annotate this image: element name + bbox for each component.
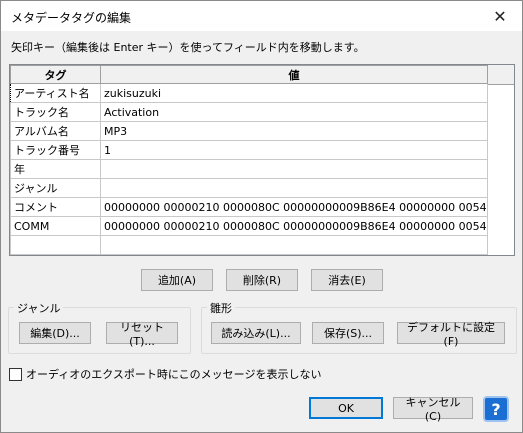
- edit-genre-button[interactable]: 編集(D)...: [19, 322, 91, 344]
- tag-value-cell[interactable]: [100, 159, 488, 179]
- table-row-empty[interactable]: [10, 235, 488, 255]
- tag-value-cell[interactable]: 00000000 00000210 0000080C 00000000009B8…: [100, 216, 488, 236]
- tag-value-cell[interactable]: 00000000 00000210 0000080C 00000000009B8…: [100, 197, 488, 217]
- tag-name-cell[interactable]: ジャンル: [10, 178, 101, 198]
- metadata-tags-dialog: メタデータタグの編集 ✕ 矢印キー（編集後は Enter キー）を使ってフィール…: [0, 0, 523, 433]
- table-row[interactable]: アーティスト名 zukisuzuki: [10, 83, 488, 103]
- set-default-button[interactable]: デフォルトに設定(F): [397, 321, 505, 348]
- tag-value-cell[interactable]: zukisuzuki: [100, 83, 488, 103]
- column-header-tag: タグ: [10, 65, 101, 84]
- tags-table: タグ 値 アーティスト名 zukisuzuki トラック名 Activation…: [10, 65, 488, 255]
- help-icon[interactable]: ?: [483, 396, 509, 422]
- table-row[interactable]: COMM 00000000 00000210 0000080C 00000000…: [10, 216, 488, 236]
- tag-name-cell[interactable]: [10, 235, 101, 255]
- column-divider: [487, 85, 488, 255]
- load-template-button[interactable]: 読み込み(L)...: [211, 322, 301, 344]
- tag-value-cell[interactable]: Activation: [100, 102, 488, 122]
- tag-name-cell[interactable]: COMM: [10, 216, 101, 236]
- window-title: メタデータタグの編集: [11, 11, 132, 25]
- table-row[interactable]: 年: [10, 159, 488, 179]
- ok-button[interactable]: OK: [309, 397, 383, 419]
- tag-value-cell[interactable]: [100, 178, 488, 198]
- column-header-value: 値: [100, 65, 488, 84]
- dont-show-checkbox[interactable]: [9, 367, 22, 381]
- table-row[interactable]: コメント 00000000 00000210 0000080C 00000000…: [10, 197, 488, 217]
- cancel-button[interactable]: キャンセル(C): [393, 396, 473, 423]
- table-row[interactable]: トラック番号 1: [10, 140, 488, 160]
- clear-button[interactable]: 消去(E): [311, 269, 383, 291]
- table-header-row: タグ 値: [10, 65, 488, 84]
- tag-name-cell[interactable]: トラック名: [10, 102, 101, 122]
- tags-grid[interactable]: タグ 値 アーティスト名 zukisuzuki トラック名 Activation…: [9, 64, 515, 256]
- title-bar: メタデータタグの編集 ✕: [1, 1, 522, 31]
- save-template-button[interactable]: 保存(S)...: [312, 322, 384, 344]
- table-row[interactable]: ジャンル: [10, 178, 488, 198]
- template-group-label: 雛形: [207, 300, 235, 316]
- tag-name-cell[interactable]: アルバム名: [10, 121, 101, 141]
- genre-group-label: ジャンル: [14, 300, 64, 316]
- tag-value-cell[interactable]: [100, 235, 488, 255]
- tag-value-cell[interactable]: MP3: [100, 121, 488, 141]
- instruction-text: 矢印キー（編集後は Enter キー）を使ってフィールド内を移動します。: [11, 41, 365, 54]
- add-button[interactable]: 追加(A): [141, 269, 213, 291]
- dont-show-row[interactable]: オーディオのエクスポート時にこのメッセージを表示しない: [9, 366, 321, 382]
- help-icon-glyph: ?: [491, 399, 501, 419]
- dont-show-label[interactable]: オーディオのエクスポート時にこのメッセージを表示しない: [26, 366, 321, 382]
- tag-value-cell[interactable]: 1: [100, 140, 488, 160]
- tag-name-cell[interactable]: トラック番号: [10, 140, 101, 160]
- reset-genre-button[interactable]: リセット(T)...: [106, 321, 178, 348]
- header-filler: [488, 65, 514, 85]
- tag-name-cell[interactable]: アーティスト名: [10, 83, 101, 103]
- close-icon[interactable]: ✕: [478, 1, 522, 31]
- tag-name-cell[interactable]: 年: [10, 159, 101, 179]
- table-row[interactable]: アルバム名 MP3: [10, 121, 488, 141]
- table-row[interactable]: トラック名 Activation: [10, 102, 488, 122]
- remove-button[interactable]: 削除(R): [226, 269, 298, 291]
- tag-name-cell[interactable]: コメント: [10, 197, 101, 217]
